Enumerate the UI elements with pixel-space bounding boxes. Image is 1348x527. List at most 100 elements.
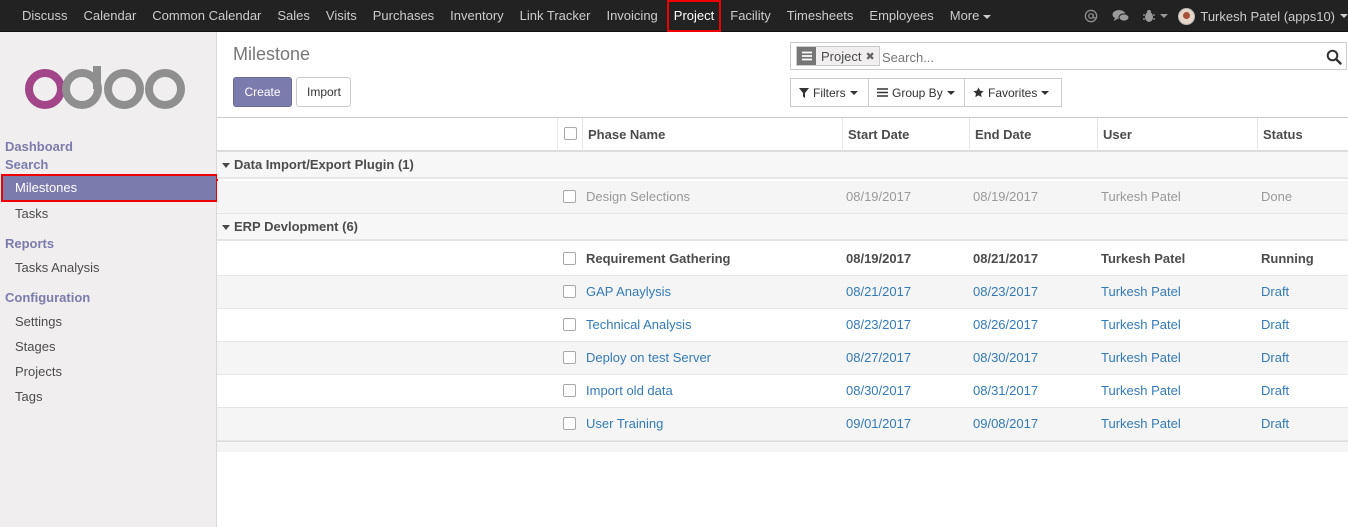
cell-start-date: 09/01/2017: [846, 416, 912, 431]
import-button[interactable]: Import: [296, 77, 351, 107]
app-menu: Discuss Calendar Common Calendar Sales Visit…: [14, 0, 999, 32]
cell-end-date: 08/31/2017: [973, 383, 1039, 398]
group-row[interactable]: ERP Devlopment (6): [217, 214, 1348, 241]
sidebar-item-tasks[interactable]: Tasks: [15, 206, 48, 221]
caret-down-icon: [222, 163, 230, 169]
cell-end-date: 08/21/2017: [973, 251, 1039, 266]
caret-down-icon: [222, 225, 230, 231]
column-header-phase-name[interactable]: Phase Name: [582, 118, 842, 151]
menu-discuss[interactable]: Discuss: [14, 0, 76, 32]
table-row[interactable]: Requirement Gathering 08/19/2017 08/21/201…: [217, 243, 1348, 276]
group-by-label: Group By: [892, 85, 943, 100]
group-by-button[interactable]: Group By: [868, 78, 965, 107]
search-input[interactable]: [882, 48, 1302, 66]
top-navbar: Discuss Calendar Common Calendar Sales Visit…: [0, 0, 1348, 32]
table-row[interactable]: Import old data 08/30/2017 08/31/2017 Turke…: [217, 375, 1348, 408]
close-icon[interactable]: ✖: [865, 50, 878, 63]
cell-start-date: 08/30/2017: [846, 383, 912, 398]
sidebar-item-settings[interactable]: Settings: [15, 314, 62, 329]
page-title: Milestone: [233, 44, 311, 64]
sidebar-section-search: Search: [5, 157, 49, 172]
select-all-cell: [557, 118, 582, 151]
menu-calendar[interactable]: Calendar: [76, 0, 145, 32]
more-label: More: [949, 8, 980, 23]
menu-invoicing[interactable]: Invoicing: [598, 0, 665, 32]
sidebar-item-stages[interactable]: Stages: [15, 339, 55, 354]
sidebar-item-milestones[interactable]: Milestones: [1, 174, 218, 202]
row-checkbox[interactable]: [563, 285, 576, 298]
column-header-user[interactable]: User: [1097, 118, 1257, 151]
cell-user: Turkesh Patel: [1101, 284, 1181, 299]
cell-end-date: 08/19/2017: [973, 189, 1039, 204]
menu-timesheets[interactable]: Timesheets: [779, 0, 862, 32]
cell-status: Draft: [1261, 416, 1290, 431]
row-checkbox[interactable]: [563, 190, 576, 203]
cell-end-date: 08/23/2017: [973, 284, 1039, 299]
menu-visits[interactable]: Visits: [318, 0, 365, 32]
odoo-logo: [25, 66, 185, 109]
cell-status: Draft: [1261, 350, 1290, 365]
group-by-list-icon: [797, 47, 816, 65]
star-icon: [973, 87, 984, 98]
sidebar-item-projects[interactable]: Projects: [15, 364, 62, 379]
row-checkbox[interactable]: [563, 417, 576, 430]
search-icon[interactable]: [1326, 49, 1342, 65]
cell-status: Done: [1261, 189, 1293, 204]
table-row[interactable]: User Training 09/01/2017 09/08/2017 Turkesh…: [217, 408, 1348, 441]
filters-button[interactable]: Filters: [790, 78, 869, 107]
sidebar-section-reports: Reports: [5, 236, 55, 251]
user-name: Turkesh Patel (apps10): [1200, 8, 1335, 24]
search-facet-project[interactable]: Project ✖: [796, 46, 880, 66]
cell-phase-name: Design Selections: [586, 189, 691, 204]
row-checkbox[interactable]: [563, 318, 576, 331]
table-footer: [217, 440, 1348, 452]
cell-start-date: 08/23/2017: [846, 317, 912, 332]
menu-more[interactable]: More: [942, 0, 1000, 32]
chat-icon[interactable]: [1110, 0, 1132, 32]
select-all-checkbox[interactable]: [564, 127, 577, 140]
cell-end-date: 08/30/2017: [973, 350, 1039, 365]
cell-start-date: 08/21/2017: [846, 284, 912, 299]
cell-phase-name: User Training: [586, 416, 664, 431]
cell-status: Draft: [1261, 383, 1290, 398]
favorites-label: Favorites: [988, 85, 1038, 100]
menu-project[interactable]: Project: [666, 0, 722, 32]
menu-employees[interactable]: Employees: [861, 0, 941, 32]
cell-start-date: 08/19/2017: [846, 251, 912, 266]
sidebar-section-dashboard[interactable]: Dashboard: [5, 139, 73, 154]
favorites-button[interactable]: Favorites: [964, 78, 1062, 107]
table-row[interactable]: Technical Analysis 08/23/2017 08/26/2017 Tu…: [217, 309, 1348, 342]
menu-facility[interactable]: Facility: [722, 0, 778, 32]
at-icon[interactable]: [1080, 0, 1102, 32]
cell-start-date: 08/27/2017: [846, 350, 912, 365]
create-button[interactable]: Create: [233, 77, 292, 107]
row-checkbox[interactable]: [563, 384, 576, 397]
menu-purchases[interactable]: Purchases: [365, 0, 442, 32]
table-row[interactable]: Design Selections 08/19/2017 08/19/2017 Tur…: [217, 181, 1348, 214]
column-header-end-date[interactable]: End Date: [969, 118, 1097, 151]
menu-sales[interactable]: Sales: [269, 0, 318, 32]
table-row[interactable]: Deploy on test Server 08/27/2017 08/30/201…: [217, 342, 1348, 375]
user-menu[interactable]: Turkesh Patel (apps10): [1178, 7, 1348, 25]
column-header-status[interactable]: Status: [1257, 118, 1348, 151]
sidebar-item-tags[interactable]: Tags: [15, 389, 42, 404]
menu-link-tracker[interactable]: Link Tracker: [512, 0, 599, 32]
sidebar-item-tasks-analysis[interactable]: Tasks Analysis: [15, 260, 100, 275]
row-checkbox[interactable]: [563, 351, 576, 364]
table-row[interactable]: GAP Anaylysis 08/21/2017 08/23/2017 Turkesh…: [217, 276, 1348, 309]
row-checkbox[interactable]: [563, 252, 576, 265]
group-row[interactable]: Data Import/Export Plugin (1): [217, 152, 1348, 179]
cell-start-date: 08/19/2017: [846, 189, 912, 204]
cell-status: Draft: [1261, 284, 1290, 299]
sidebar-section-configuration: Configuration: [5, 290, 91, 305]
table-header: Phase Name Start Date End Date User Stat…: [217, 117, 1348, 152]
chevron-down-icon: [983, 14, 992, 19]
column-header-start-date[interactable]: Start Date: [842, 118, 969, 151]
filter-icon: [799, 87, 809, 98]
debug-caret-icon: [1160, 14, 1169, 18]
chevron-down-icon: [946, 90, 955, 95]
facet-label: Project: [821, 48, 862, 64]
bug-icon[interactable]: [1140, 0, 1170, 32]
menu-inventory[interactable]: Inventory: [442, 0, 511, 32]
menu-common-calendar[interactable]: Common Calendar: [144, 0, 269, 32]
